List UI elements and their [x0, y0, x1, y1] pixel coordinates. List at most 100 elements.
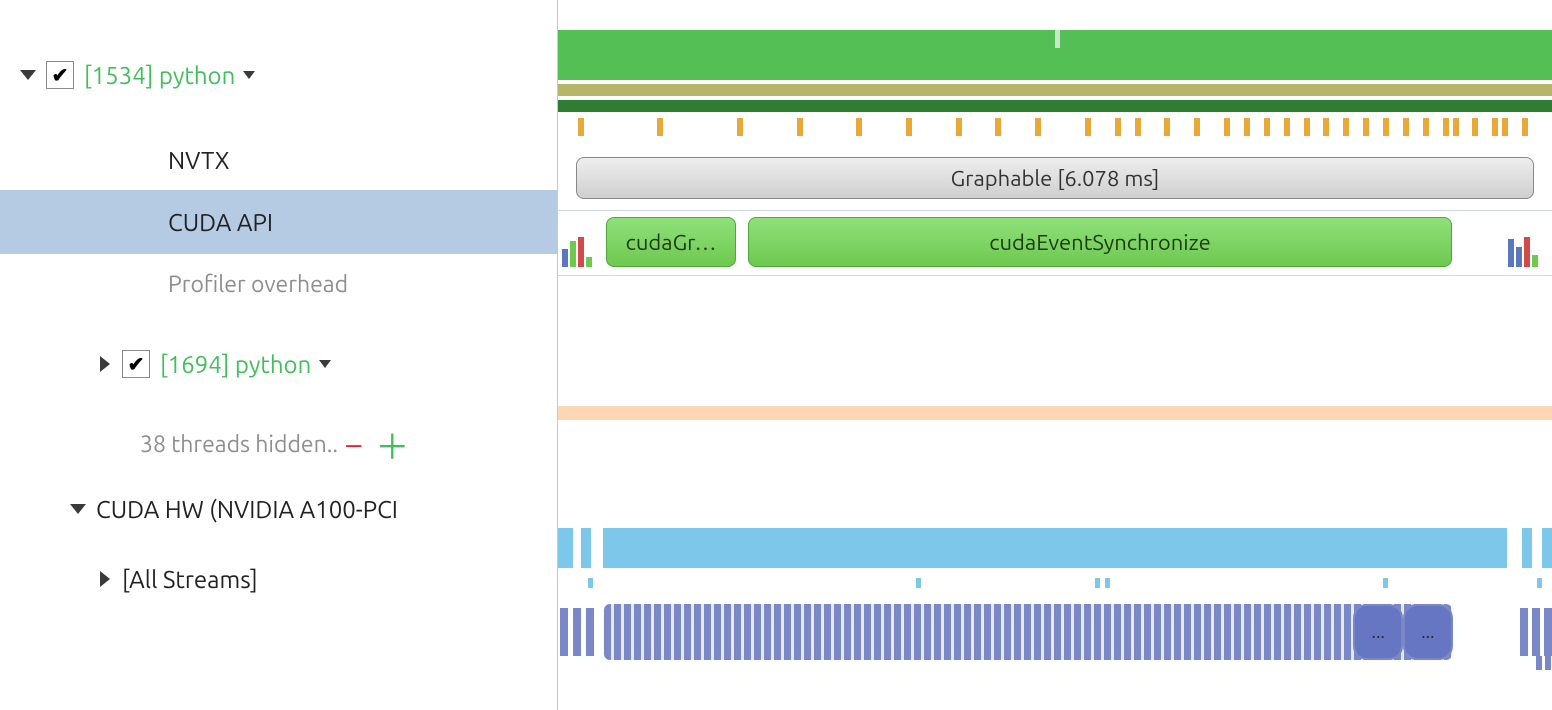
timeline-all-streams-row: ...... — [558, 600, 1552, 670]
hw-marker — [1105, 578, 1110, 588]
event-tick[interactable] — [995, 118, 1001, 136]
event-tick[interactable] — [1423, 118, 1429, 136]
mini-bar — [586, 257, 592, 267]
tree-panel: ✔ [1534] python NVTX CUDA API Profiler o… — [0, 0, 558, 710]
hw-activity-segment[interactable] — [558, 528, 573, 568]
mini-bar — [1508, 239, 1514, 267]
checkbox-process-1534[interactable]: ✔ — [46, 61, 74, 89]
kernel-stream[interactable] — [604, 604, 1452, 660]
event-tick[interactable] — [1135, 118, 1141, 136]
event-tick[interactable] — [1244, 118, 1250, 136]
event-tick[interactable] — [797, 118, 803, 136]
hw-marker — [916, 578, 921, 588]
event-ticks — [558, 118, 1552, 136]
cuda-api-label: CUDA API — [168, 209, 273, 236]
sub-bar-2[interactable] — [558, 100, 1552, 112]
hw-activity-segment[interactable] — [1542, 528, 1552, 568]
mini-bar — [562, 249, 568, 267]
nvtx-range[interactable]: Graphable [6.078 ms] — [576, 157, 1534, 199]
event-tick[interactable] — [1085, 118, 1091, 136]
event-tick[interactable] — [1492, 118, 1498, 136]
all-streams-label: [All Streams] — [122, 566, 258, 593]
process-row-1534[interactable]: ✔ [1534] python — [0, 0, 557, 130]
mini-bar — [570, 241, 576, 267]
dropdown-icon[interactable] — [319, 360, 331, 368]
kernel-sliver[interactable] — [560, 608, 568, 656]
event-tick[interactable] — [1443, 118, 1449, 136]
event-tick[interactable] — [657, 118, 663, 136]
process-label: [1534] python — [84, 62, 235, 89]
mini-bar — [578, 237, 584, 267]
kernel-mini — [1545, 642, 1551, 670]
event-tick[interactable] — [1383, 118, 1389, 136]
event-tick[interactable] — [906, 118, 912, 136]
event-tick[interactable] — [1264, 118, 1270, 136]
cuda-api-call-short[interactable]: cudaGr… — [606, 217, 736, 267]
event-tick[interactable] — [1522, 118, 1528, 136]
event-tick[interactable] — [1403, 118, 1409, 136]
mini-bar — [1532, 255, 1538, 267]
thread-activity-bar[interactable] — [558, 30, 1552, 80]
timeline-header-bars — [558, 0, 1552, 150]
event-tick[interactable] — [1453, 118, 1459, 136]
event-tick[interactable] — [1035, 118, 1041, 136]
event-tick[interactable] — [1284, 118, 1290, 136]
timeline-thread-1694-row — [558, 338, 1552, 438]
timeline-cuda-hw-row — [558, 520, 1552, 590]
time-marker-icon[interactable] — [1055, 30, 1060, 48]
cuda-hw-label: CUDA HW (NVIDIA A100-PCI — [96, 496, 398, 523]
kernel-sliver[interactable] — [1520, 608, 1528, 656]
kernel-sliver[interactable] — [573, 608, 581, 656]
event-tick[interactable] — [737, 118, 743, 136]
collapse-button[interactable]: − — [344, 425, 363, 463]
chevron-right-icon[interactable] — [100, 571, 110, 587]
api-mini-bars-right — [1508, 233, 1548, 267]
chevron-right-icon[interactable] — [100, 356, 110, 372]
row-cuda-api[interactable]: CUDA API — [0, 190, 557, 254]
row-all-streams[interactable]: [All Streams] — [0, 544, 557, 614]
event-tick[interactable] — [956, 118, 962, 136]
nvtx-label: NVTX — [168, 147, 230, 174]
hw-activity-segment[interactable] — [1522, 528, 1532, 568]
timeline-overhead-row — [558, 278, 1552, 338]
row-cuda-hw[interactable]: CUDA HW (NVIDIA A100-PCI — [0, 474, 557, 544]
event-tick[interactable] — [856, 118, 862, 136]
event-tick[interactable] — [1323, 118, 1329, 136]
process-row-1694[interactable]: ✔ [1694] python — [0, 314, 557, 414]
hw-marker — [1537, 578, 1542, 588]
event-tick[interactable] — [1194, 118, 1200, 136]
sub-bar-1[interactable] — [558, 84, 1552, 96]
event-tick[interactable] — [1363, 118, 1369, 136]
timeline-panel[interactable]: Graphable [6.078 ms] cudaGr… cudaEventSy… — [558, 0, 1552, 710]
expand-button[interactable]: ＋ — [375, 420, 409, 469]
chevron-down-icon[interactable] — [70, 504, 86, 514]
timeline-nvtx-row: Graphable [6.078 ms] — [558, 150, 1552, 206]
hw-activity-segment[interactable] — [603, 528, 1508, 568]
chevron-down-icon[interactable] — [20, 70, 36, 80]
hw-marker — [1095, 578, 1100, 588]
row-nvtx[interactable]: NVTX — [0, 130, 557, 190]
process-label: [1694] python — [160, 351, 311, 378]
row-profiler-overhead[interactable]: Profiler overhead — [0, 254, 557, 314]
hw-marker — [1383, 578, 1388, 588]
thread-activity-strip[interactable] — [558, 406, 1552, 420]
event-tick[interactable] — [1304, 118, 1310, 136]
hw-activity-segment[interactable] — [581, 528, 591, 568]
event-tick[interactable] — [1224, 118, 1230, 136]
cuda-api-call-long[interactable]: cudaEventSynchronize — [748, 217, 1452, 267]
dropdown-icon[interactable] — [243, 71, 255, 79]
kernel-node[interactable]: ... — [1353, 604, 1403, 660]
api-mini-bars-left — [560, 233, 600, 267]
event-tick[interactable] — [1472, 118, 1478, 136]
checkbox-process-1694[interactable]: ✔ — [122, 350, 150, 378]
event-tick[interactable] — [578, 118, 584, 136]
kernel-sliver[interactable] — [1532, 608, 1540, 656]
event-tick[interactable] — [1164, 118, 1170, 136]
hidden-threads-label: 38 threads hidden.. — [140, 432, 338, 457]
event-tick[interactable] — [1502, 118, 1508, 136]
kernel-node[interactable]: ... — [1403, 604, 1453, 660]
timeline-hidden-row — [558, 438, 1552, 496]
event-tick[interactable] — [1343, 118, 1349, 136]
event-tick[interactable] — [1115, 118, 1121, 136]
kernel-sliver[interactable] — [586, 608, 594, 656]
